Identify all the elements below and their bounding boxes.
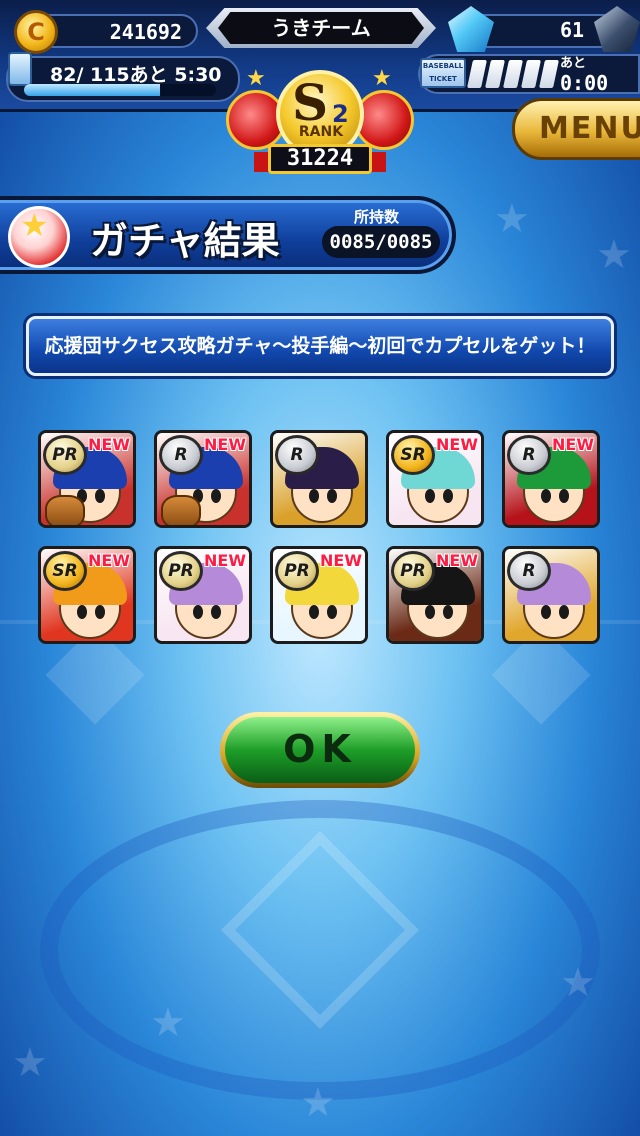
ticket-slot [467, 60, 487, 88]
new-badge: NEW [88, 551, 130, 570]
new-badge: NEW [320, 551, 362, 570]
ticket-icon: BASEBALL TICKET [420, 58, 466, 88]
new-badge: NEW [436, 435, 478, 454]
rarity-badge: SR [391, 435, 435, 475]
character-eye [541, 605, 551, 619]
star-icon: ★ [372, 66, 392, 91]
ticket-timer: あと 0:00 [560, 52, 640, 95]
character-eye [95, 605, 105, 619]
menu-button[interactable]: MENU [512, 98, 640, 160]
result-card[interactable]: R NEW [502, 430, 600, 528]
owned-count-label: 所持数 [354, 208, 400, 226]
star-decoration: ★ [12, 1040, 48, 1086]
new-badge: NEW [436, 551, 478, 570]
rank-letter: S [292, 73, 329, 132]
ticket-slots [467, 60, 559, 88]
new-badge: NEW [204, 435, 246, 454]
result-card[interactable]: PR NEW [270, 546, 368, 644]
rarity-badge: PR [43, 435, 87, 475]
ticket-slot [521, 60, 541, 88]
stamina-bar [24, 84, 216, 96]
star-icon: ★ [246, 66, 266, 91]
result-card[interactable]: SR NEW [38, 546, 136, 644]
character-eye [443, 605, 453, 619]
ticket-ato-label: あと [560, 56, 587, 71]
ticket-slot [503, 60, 523, 88]
character-eye [95, 489, 105, 503]
character-eye [309, 605, 319, 619]
rank-label: RANK [298, 124, 344, 140]
ok-button[interactable]: OK [220, 712, 420, 788]
character-eye [559, 605, 569, 619]
new-badge: NEW [552, 435, 594, 454]
star-icon: ★ [20, 206, 49, 244]
stamina-bar-fill [24, 84, 161, 96]
ticket-slot [485, 60, 505, 88]
character-eye [211, 489, 221, 503]
character-eye [309, 489, 319, 503]
ticket-time: 0:00 [560, 71, 609, 95]
rarity-badge: PR [391, 551, 435, 591]
character-eye [541, 489, 551, 503]
rarity-badge: R [507, 551, 551, 591]
page-title: ガチャ結果 [90, 219, 280, 263]
character-eye [327, 489, 337, 503]
result-card[interactable]: R NEW [154, 430, 252, 528]
ok-button-label: OK [225, 717, 415, 783]
rarity-badge: R [507, 435, 551, 475]
character-eye [77, 605, 87, 619]
character-eye [211, 605, 221, 619]
character-eye [193, 605, 203, 619]
character-eye [443, 489, 453, 503]
coin-icon: C [14, 10, 58, 54]
baseball-glove-icon [45, 495, 85, 525]
character-eye [425, 489, 435, 503]
result-card[interactable]: R [270, 430, 368, 528]
result-card[interactable]: SR NEW [386, 430, 484, 528]
rank-emblem[interactable]: ★ ★ S 2 RANK 31224 [226, 60, 414, 178]
result-card[interactable]: R [502, 546, 600, 644]
rank-score: 31224 [268, 144, 372, 174]
stamina-text: 82/ 115あと 5:30 [50, 64, 222, 86]
rarity-badge: PR [275, 551, 319, 591]
character-eye [425, 605, 435, 619]
result-card[interactable]: PR NEW [386, 546, 484, 644]
star-decoration: ★ [494, 196, 530, 242]
baseball-glove-icon [161, 495, 201, 525]
coin-value: 241692 [109, 20, 182, 44]
rarity-badge: PR [159, 551, 203, 591]
character-eye [559, 489, 569, 503]
result-card[interactable]: PR NEW [154, 546, 252, 644]
rarity-badge: SR [43, 551, 87, 591]
gacha-name-banner: 応援団サクセス攻略ガチャ～投手編～初回でカプセルをゲット！ [26, 316, 614, 376]
owned-count-value: 0085/0085 [322, 226, 440, 258]
result-card[interactable]: PR NEW [38, 430, 136, 528]
new-badge: NEW [88, 435, 130, 454]
rarity-badge: R [159, 435, 203, 475]
rarity-badge: R [275, 435, 319, 475]
character-eye [327, 605, 337, 619]
new-badge: NEW [204, 551, 246, 570]
ticket-slot [539, 60, 559, 88]
battery-icon [8, 52, 32, 86]
star-decoration: ★ [560, 960, 596, 1006]
team-name: うきチーム [218, 12, 424, 44]
gem-value: 61 [560, 18, 585, 42]
star-decoration: ★ [150, 1000, 186, 1046]
star-decoration: ★ [596, 232, 632, 278]
star-decoration: ★ [300, 1080, 336, 1126]
